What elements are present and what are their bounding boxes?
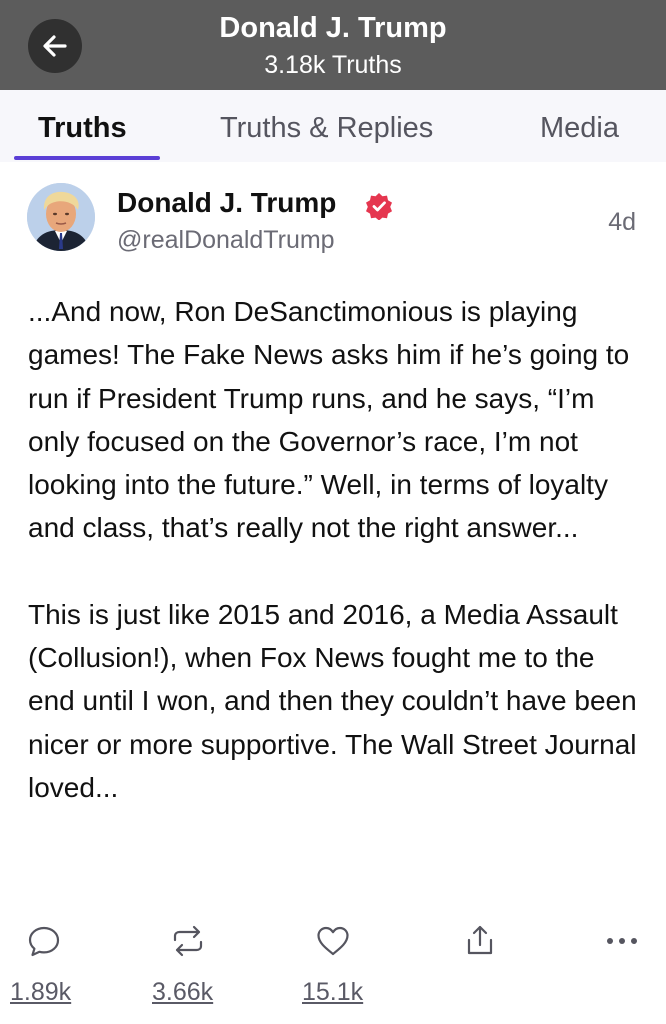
share-icon[interactable] bbox=[462, 923, 498, 959]
more-icon[interactable] bbox=[604, 923, 640, 959]
profile-header: Donald J. Trump 3.18k Truths bbox=[0, 0, 666, 90]
retruth-count[interactable]: 3.66k bbox=[152, 978, 213, 1007]
active-tab-indicator bbox=[14, 156, 160, 160]
header-title: Donald J. Trump bbox=[219, 12, 447, 44]
retruth-icon[interactable] bbox=[170, 923, 206, 959]
post-actions: 1.89k 3.66k 15.1k bbox=[0, 915, 666, 1024]
tab-media[interactable]: Media bbox=[540, 112, 619, 145]
truths-count: 3.18k Truths bbox=[264, 51, 402, 79]
author-handle[interactable]: @realDonaldTrump bbox=[117, 226, 335, 255]
post-paragraph: ...And now, Ron DeSanctimonious is playi… bbox=[28, 296, 630, 544]
avatar[interactable] bbox=[27, 183, 95, 251]
like-count[interactable]: 15.1k bbox=[302, 978, 363, 1007]
post-timestamp: 4d bbox=[608, 208, 636, 236]
heart-icon[interactable] bbox=[315, 923, 351, 959]
reply-count[interactable]: 1.89k bbox=[10, 978, 71, 1007]
reply-icon[interactable] bbox=[26, 923, 62, 959]
avatar-image bbox=[27, 183, 95, 251]
author-name[interactable]: Donald J. Trump bbox=[117, 187, 336, 219]
post-text: ...And now, Ron DeSanctimonious is playi… bbox=[28, 290, 648, 809]
tab-truths-and-replies[interactable]: Truths & Replies bbox=[220, 112, 433, 145]
profile-tabs: Truths Truths & Replies Media bbox=[0, 90, 666, 162]
tab-truths[interactable]: Truths bbox=[38, 112, 127, 145]
post-paragraph: This is just like 2015 and 2016, a Media… bbox=[28, 598, 637, 803]
verified-badge-icon bbox=[366, 193, 392, 220]
